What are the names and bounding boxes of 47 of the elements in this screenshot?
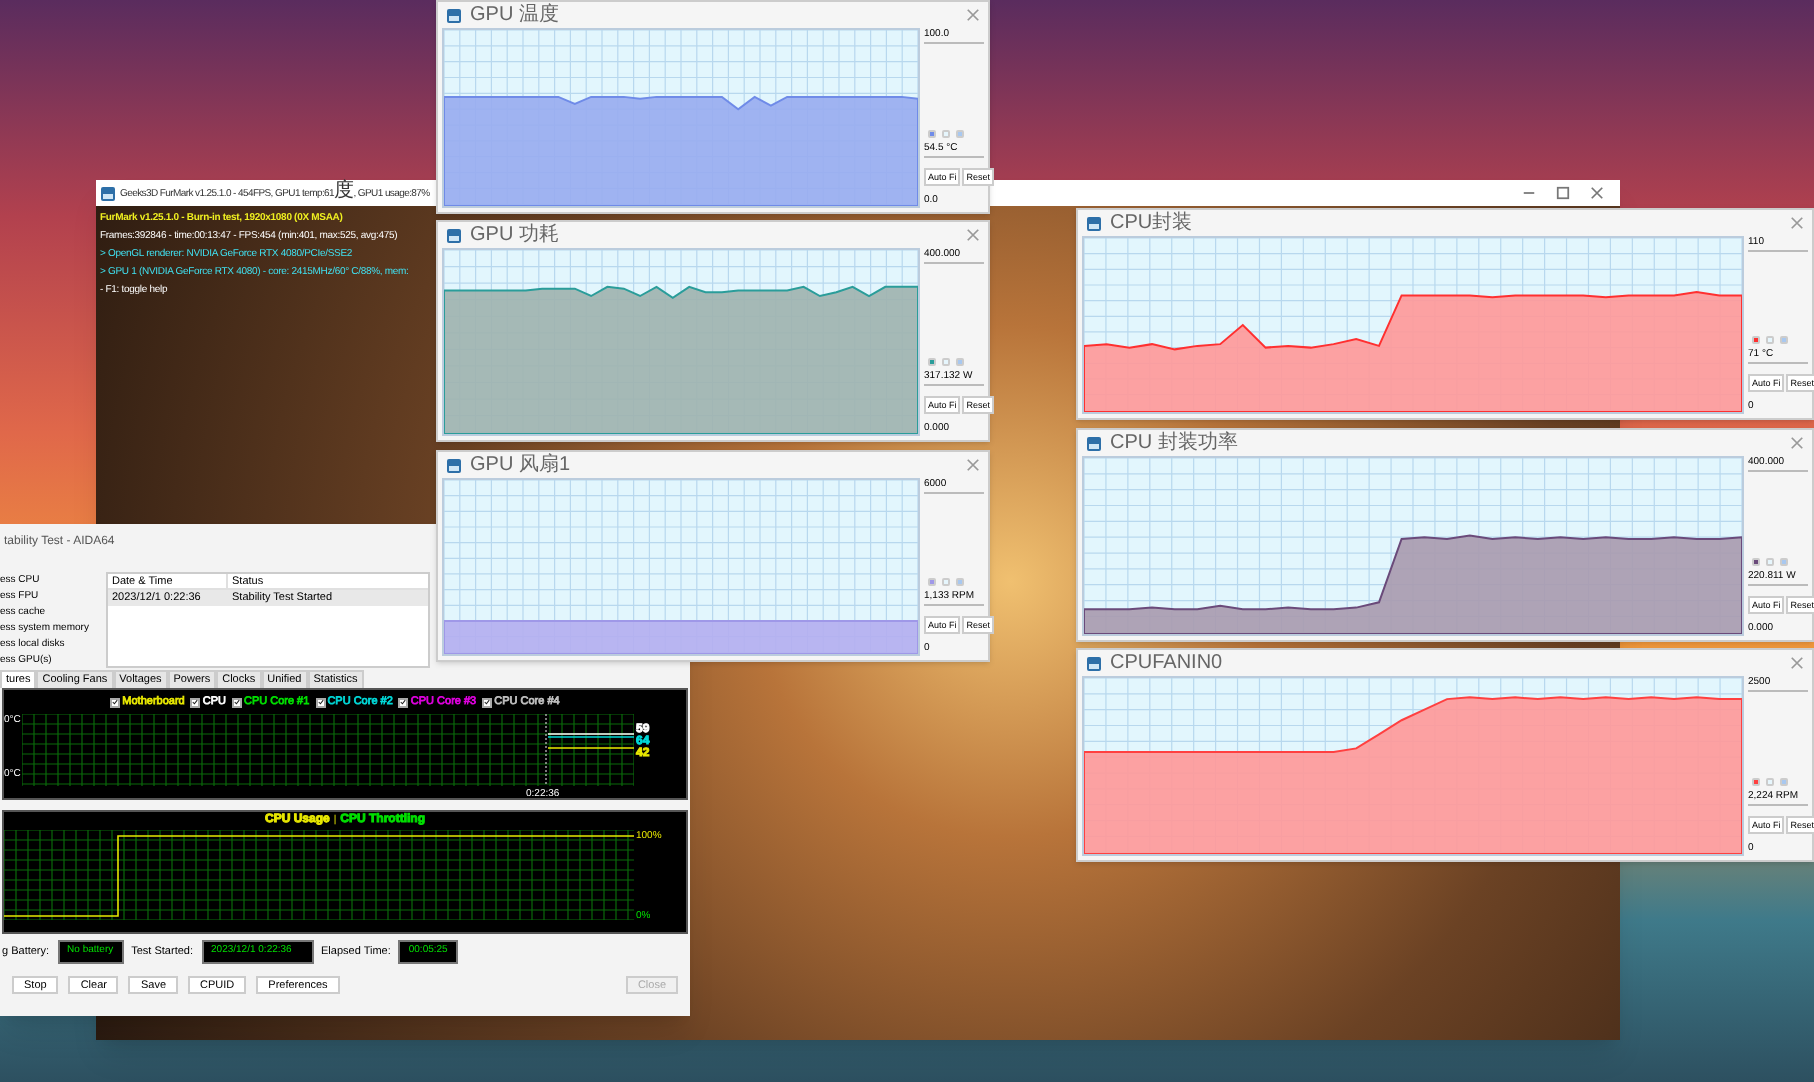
app-icon	[1086, 215, 1102, 231]
checkbox[interactable]	[398, 697, 409, 707]
app-icon	[100, 185, 116, 201]
color-swatch-icon[interactable]	[1780, 778, 1788, 786]
checkbox[interactable]	[315, 697, 326, 707]
color-swatch-icon[interactable]	[1780, 558, 1788, 566]
window-title: GPU 功耗	[470, 223, 559, 247]
app-icon	[446, 457, 462, 473]
color-swatch-icon[interactable]	[942, 358, 950, 366]
window-title: CPU封装	[1110, 211, 1193, 235]
color-swatch-icon[interactable]	[1766, 558, 1774, 566]
color-swatch-icon[interactable]	[928, 130, 936, 138]
app-icon	[446, 7, 462, 23]
window-title: CPU 封装功率	[1110, 431, 1238, 455]
color-swatch-icon[interactable]	[956, 578, 964, 586]
checkbox[interactable]	[190, 697, 201, 707]
close-icon[interactable]	[1590, 186, 1604, 200]
close-icon[interactable]	[1790, 436, 1804, 450]
temperature-lines	[545, 714, 634, 786]
checkbox[interactable]	[110, 697, 121, 707]
color-swatch-icon[interactable]	[1780, 336, 1788, 344]
minimize-icon[interactable]	[1522, 186, 1536, 200]
color-swatch-icon[interactable]	[928, 358, 936, 366]
color-swatch-icon[interactable]	[1766, 778, 1774, 786]
color-swatch-icon[interactable]	[956, 358, 964, 366]
color-swatch-icon[interactable]	[942, 130, 950, 138]
close-icon[interactable]	[1790, 216, 1804, 230]
close-icon[interactable]	[966, 458, 980, 472]
color-swatch-icon[interactable]	[928, 578, 936, 586]
maximize-icon[interactable]	[1556, 186, 1570, 200]
color-swatch-icon[interactable]	[1766, 336, 1774, 344]
window-title: GPU 风扇1	[470, 453, 571, 477]
app-icon	[446, 227, 462, 243]
checkbox[interactable]	[482, 697, 493, 707]
app-icon	[1086, 435, 1102, 451]
color-swatch-icon[interactable]	[1752, 558, 1760, 566]
close-icon[interactable]	[966, 228, 980, 242]
color-swatch-icon[interactable]	[942, 578, 950, 586]
color-swatch-icon[interactable]	[956, 130, 964, 138]
color-swatch-icon[interactable]	[1752, 336, 1760, 344]
close-icon[interactable]	[1790, 656, 1804, 670]
window-title: CPUFANIN0	[1110, 651, 1223, 675]
close-icon[interactable]	[966, 8, 980, 22]
app-icon	[1086, 655, 1102, 671]
color-swatch-icon[interactable]	[1752, 778, 1760, 786]
checkbox[interactable]	[231, 697, 242, 707]
window-title: GPU 温度	[470, 3, 559, 27]
